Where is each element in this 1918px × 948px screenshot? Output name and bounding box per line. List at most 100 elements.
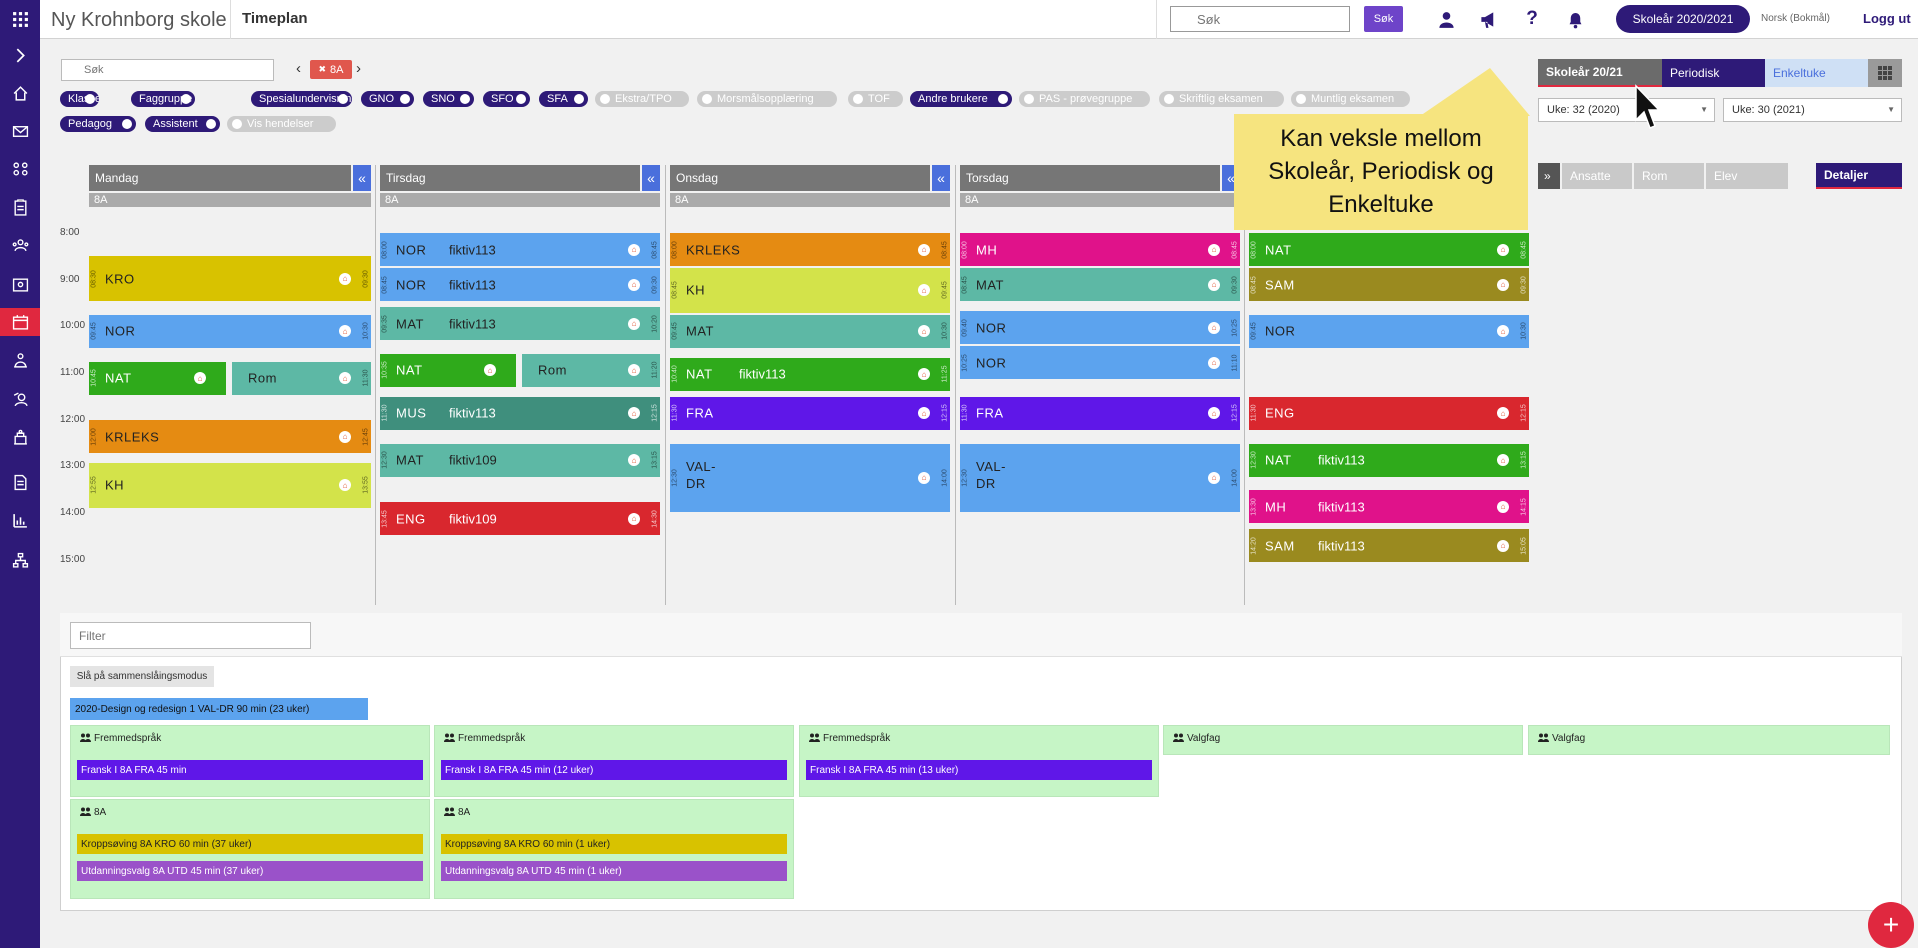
timetable-icon[interactable]	[0, 308, 40, 336]
calendar-person-icon[interactable]	[0, 270, 40, 298]
merge-mode-button[interactable]: Slå på sammenslåingsmodus	[70, 666, 214, 687]
collapse-day-icon[interactable]: «	[932, 165, 950, 191]
tab-ansatte[interactable]: Ansatte	[1562, 163, 1632, 189]
tab-skolear[interactable]: Skoleår 20/21	[1538, 59, 1662, 87]
lesson-block[interactable]: 12:55 KH ⌂ 13:55	[89, 463, 371, 508]
lesson-block[interactable]: Rom ⌂ 11:30	[232, 361, 371, 395]
collapse-day-icon[interactable]: «	[642, 165, 660, 191]
week-to-select[interactable]: Uke: 30 (2021) ▼	[1723, 98, 1902, 122]
lesson-block[interactable]: 08:00 MH ⌂ 08:45	[960, 233, 1240, 267]
remove-icon[interactable]: ✖	[318, 64, 326, 75]
tab-detaljer[interactable]: Detaljer	[1816, 163, 1902, 189]
apps-grid-icon[interactable]	[0, 5, 40, 33]
lesson-bar[interactable]: Kroppsøving 8A KRO 60 min (1 uker)	[441, 834, 787, 854]
lesson-block[interactable]: 09:40 NOR ⌂ 10:25	[960, 311, 1240, 345]
lesson-block[interactable]: 09:45 NOR ⌂ 10:30	[89, 314, 371, 348]
lesson-block[interactable]: 12:30 MAT fiktiv109 ⌂ 13:15	[380, 443, 660, 477]
clipboard-icon[interactable]	[0, 193, 40, 221]
next-class-icon[interactable]: ›	[356, 60, 361, 77]
tab-enkeltuke[interactable]: Enkeltuke	[1765, 59, 1868, 87]
groups-icon[interactable]	[0, 155, 40, 183]
mail-icon[interactable]	[0, 117, 40, 145]
toggle-filter[interactable]: Morsmålsopplæring	[697, 91, 837, 107]
lesson-block[interactable]: 14:20 SAM fiktiv113 ⌂ 15:05	[1249, 529, 1529, 563]
grid-view-icon[interactable]	[1868, 59, 1902, 87]
previous-class-icon[interactable]: ‹	[296, 60, 301, 77]
lesson-block[interactable]: 11:30 ENG ⌂ 12:15	[1249, 396, 1529, 430]
selected-class-chip[interactable]: ✖ 8A	[310, 60, 352, 79]
lesson-block[interactable]: 09:45 MAT ⌂ 10:30	[670, 314, 950, 348]
bell-icon[interactable]	[1562, 6, 1588, 32]
week-from-select[interactable]: Uke: 32 (2020) ▼	[1538, 98, 1715, 122]
lesson-group[interactable]: Fremmedspråk Fransk I 8A FRA 45 min	[70, 725, 430, 797]
lesson-bar[interactable]: Utdanningsvalg 8A UTD 45 min (1 uker)	[441, 861, 787, 881]
toggle-filter[interactable]: Skriftlig eksamen	[1159, 91, 1284, 107]
lesson-block[interactable]: 13:45 ENG fiktiv109 ⌂ 14:30	[380, 502, 660, 536]
lesson-group[interactable]: Fremmedspråk Fransk I 8A FRA 45 min (13 u…	[799, 725, 1159, 797]
global-search-button[interactable]: Søk	[1364, 6, 1403, 32]
logout-link[interactable]: Logg ut	[1863, 11, 1911, 26]
lesson-block[interactable]: 13:30 MH fiktiv113 ⌂ 14:15	[1249, 490, 1529, 524]
tab-elev[interactable]: Elev	[1706, 163, 1788, 189]
lesson-block[interactable]: 08:45 MAT ⌂ 09:30	[960, 268, 1240, 302]
tab-periodisk[interactable]: Periodisk	[1662, 59, 1765, 87]
toggle-filter[interactable]: Assistent	[145, 116, 220, 132]
home-icon[interactable]	[0, 79, 40, 107]
toggle-filter[interactable]: Vis hendelser	[227, 116, 336, 132]
lesson-block[interactable]: Rom ⌂ 11:20	[522, 353, 660, 387]
toggle-filter[interactable]: SFA	[539, 91, 588, 107]
lesson-bar[interactable]: Kroppsøving 8A KRO 60 min (37 uker)	[77, 834, 423, 854]
student-icon[interactable]	[0, 385, 40, 413]
lesson-block[interactable]: 08:45 KH ⌂ 09:45	[670, 268, 950, 313]
toggle-filter[interactable]: Muntlig eksamen	[1291, 91, 1410, 107]
lesson-block[interactable]: 08:30 KRO ⌂ 09:30	[89, 256, 371, 302]
lesson-bar[interactable]: Utdanningsvalg 8A UTD 45 min (37 uker)	[77, 861, 423, 881]
lesson-block[interactable]: 10:40 NAT fiktiv113 ⌂ 11:25	[670, 357, 950, 391]
building-icon[interactable]	[0, 423, 40, 451]
toggle-filter[interactable]: SFO	[483, 91, 530, 107]
lesson-block[interactable]: 12:30 VAL-DR ⌂ 14:00	[960, 443, 1240, 512]
lesson-group[interactable]: Fremmedspråk Fransk I 8A FRA 45 min (12 u…	[434, 725, 794, 797]
lesson-block[interactable]: 09:35 MAT fiktiv113 ⌂ 10:20	[380, 307, 660, 341]
lesson-block[interactable]: 11:30 FRA ⌂ 12:15	[960, 396, 1240, 430]
people-icon[interactable]	[0, 231, 40, 259]
teacher-icon[interactable]	[0, 346, 40, 374]
megaphone-icon[interactable]	[1475, 6, 1501, 32]
filter-input[interactable]	[70, 622, 311, 649]
toggle-filter[interactable]: PAS - prøvegruppe	[1019, 91, 1150, 107]
lesson-block[interactable]: 10:25 NOR ⌂ 11:10	[960, 346, 1240, 380]
lesson-block[interactable]: 10:35 NAT ⌂	[380, 353, 516, 387]
expand-chevron-icon[interactable]	[0, 41, 40, 69]
toggle-filter[interactable]: Klasse	[60, 91, 99, 107]
tab-rom[interactable]: Rom	[1634, 163, 1704, 189]
help-icon[interactable]: ?	[1519, 6, 1545, 32]
lesson-block[interactable]: 08:00 NOR fiktiv113 ⌂ 08:45	[380, 233, 660, 267]
chart-icon[interactable]	[0, 506, 40, 534]
global-search-input[interactable]	[1170, 6, 1350, 32]
lesson-block[interactable]: 08:45 NOR fiktiv113 ⌂ 09:30	[380, 268, 660, 302]
lesson-group[interactable]: 8A Kroppsøving 8A KRO 60 min (1 uker) Utda…	[434, 799, 794, 899]
language-selector[interactable]: Norsk (Bokmål)	[1761, 13, 1830, 24]
lesson-block[interactable]: 11:30 MUS fiktiv113 ⌂ 12:15	[380, 396, 660, 430]
lesson-block[interactable]: 09:45 NOR ⌂ 10:30	[1249, 314, 1529, 348]
lesson-block[interactable]: 12:30 VAL-DR ⌂ 14:00	[670, 443, 950, 512]
lesson-bar[interactable]: Fransk I 8A FRA 45 min (13 uker)	[806, 760, 1152, 780]
toggle-filter[interactable]: Spesialundervisning	[251, 91, 352, 107]
lesson-block[interactable]: 11:30 FRA ⌂ 12:15	[670, 396, 950, 430]
lesson-block[interactable]: 08:00 NAT ⌂ 08:45	[1249, 233, 1529, 267]
lesson-block[interactable]: 08:00 KRLEKS ⌂ 08:45	[670, 233, 950, 267]
unplaced-lesson[interactable]: 2020-Design og redesign 1 VAL-DR 90 min …	[70, 698, 368, 720]
school-name[interactable]: Ny Krohnborg skole	[51, 9, 227, 32]
expand-panel-button[interactable]: »	[1538, 163, 1560, 189]
organization-icon[interactable]	[0, 546, 40, 574]
toggle-filter[interactable]: TOF	[848, 91, 903, 107]
collapse-day-icon[interactable]: «	[353, 165, 371, 191]
lesson-block[interactable]: 12:00 KRLEKS ⌂ 12:45	[89, 420, 371, 454]
lesson-group[interactable]: Valgfag	[1528, 725, 1890, 755]
toggle-filter[interactable]: Faggruppe	[131, 91, 195, 107]
toggle-filter[interactable]: Ekstra/TPO	[595, 91, 689, 107]
user-icon[interactable]	[1433, 6, 1459, 32]
toggle-filter[interactable]: Andre brukere	[910, 91, 1012, 107]
lesson-block[interactable]: 10:45 NAT ⌂	[89, 361, 226, 395]
lesson-group[interactable]: 8A Kroppsøving 8A KRO 60 min (37 uker) Utd…	[70, 799, 430, 899]
